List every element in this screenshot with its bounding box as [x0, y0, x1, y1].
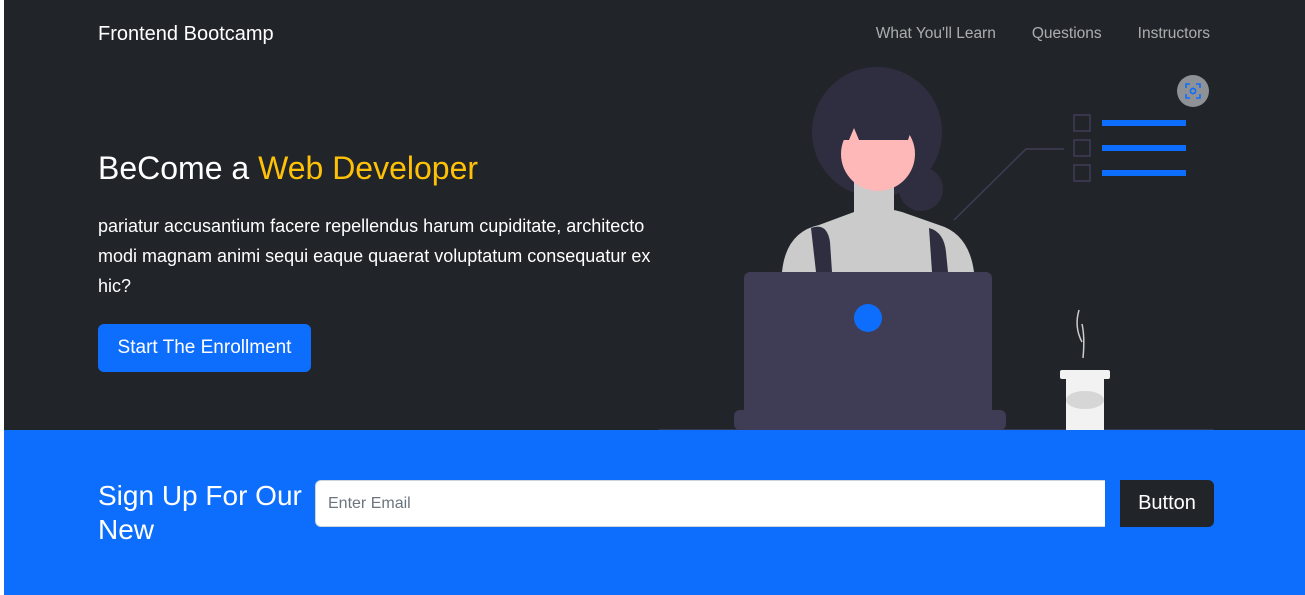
start-enrollment-button[interactable]: Start The Enrollment: [98, 324, 311, 372]
focus-frame-icon: [1185, 83, 1201, 99]
page: Frontend Bootcamp What You'll Learn Ques…: [4, 0, 1305, 595]
nav-link-what-youll-learn[interactable]: What You'll Learn: [876, 24, 996, 44]
newsletter-section: Sign Up For Our New Button: [4, 430, 1305, 595]
hero-title: BeCome a Web Developer: [98, 148, 478, 188]
nav-link-instructors[interactable]: Instructors: [1138, 24, 1210, 44]
woman-at-laptop-illustration: [659, 67, 1214, 431]
navbar-links: What You'll Learn Questions Instructors: [876, 24, 1210, 44]
email-input[interactable]: [315, 480, 1105, 527]
hero-title-accent: Web Developer: [258, 150, 479, 186]
newsletter-title: Sign Up For Our New: [98, 480, 302, 545]
hero-section: Frontend Bootcamp What You'll Learn Ques…: [4, 0, 1305, 431]
hero-title-prefix: BeCome a: [98, 150, 259, 186]
hero-description: pariatur accusantium facere repellendus …: [98, 216, 651, 296]
navbar-brand[interactable]: Frontend Bootcamp: [98, 22, 274, 46]
screenshot-icon[interactable]: [1177, 75, 1209, 107]
nav-link-questions[interactable]: Questions: [1032, 24, 1102, 44]
signup-button[interactable]: Button: [1120, 480, 1214, 527]
